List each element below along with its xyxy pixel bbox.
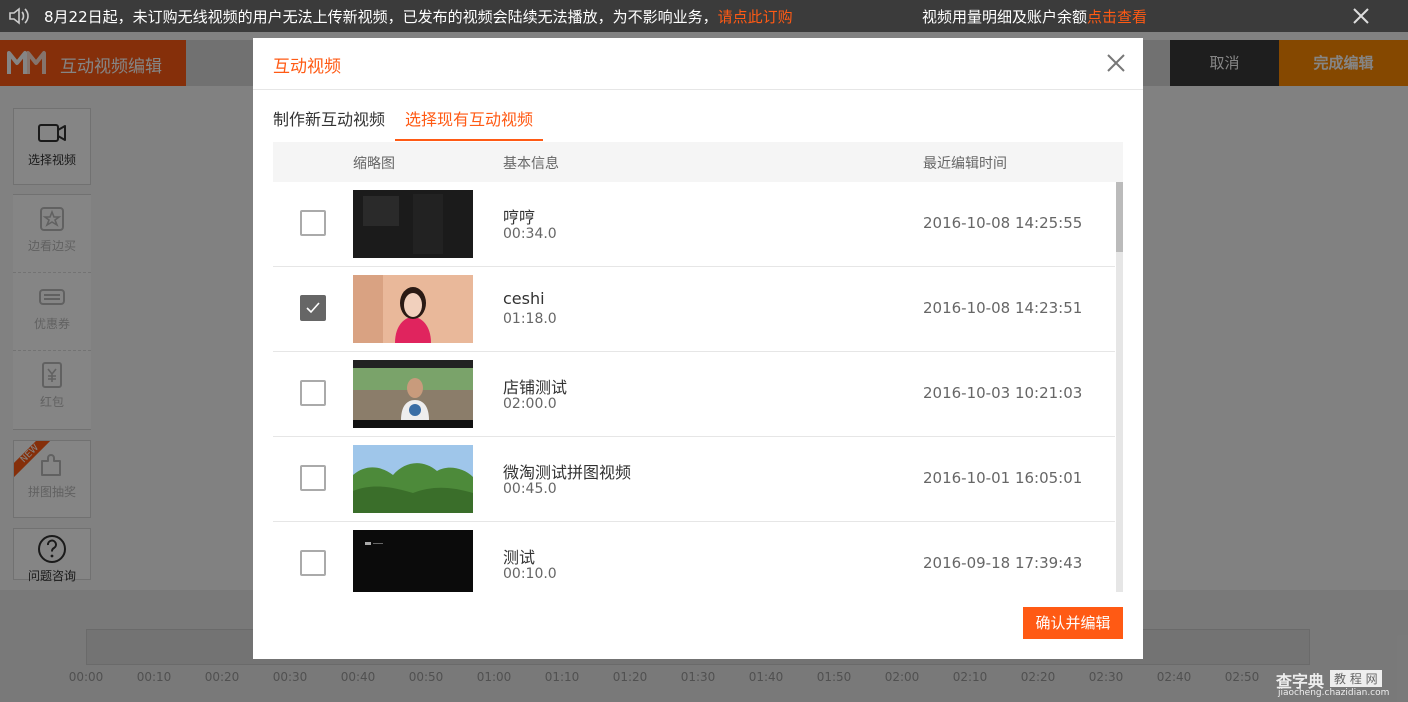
video-duration: 00:45.0 bbox=[503, 481, 557, 497]
site-watermark: 查字典 教 程 网 jiaocheng.chazidian.com bbox=[1276, 668, 1402, 700]
video-name: 店铺测试 bbox=[503, 378, 568, 397]
view-usage-link[interactable]: 点击查看 bbox=[1087, 8, 1147, 26]
video-name: 测试 bbox=[503, 548, 536, 567]
video-row[interactable]: 店铺测试 02:00.0 2016-10-03 10:21:03 bbox=[273, 352, 1115, 437]
close-notice-icon[interactable] bbox=[1350, 5, 1372, 27]
video-thumbnail bbox=[353, 190, 473, 258]
watermark-section: 教 程 网 bbox=[1330, 670, 1382, 687]
video-row[interactable]: 微淘测试拼图视频 00:45.0 2016-10-01 16:05:01 bbox=[273, 437, 1115, 522]
select-checkbox[interactable] bbox=[300, 465, 326, 491]
video-edit-time: 2016-09-18 17:39:43 bbox=[923, 554, 1083, 572]
video-thumbnail bbox=[353, 445, 473, 513]
close-icon[interactable] bbox=[1105, 52, 1127, 74]
usage-info: 视频用量明细及账户余额点击查看 bbox=[922, 6, 1147, 27]
video-name: ceshi bbox=[503, 289, 545, 308]
column-info: 基本信息 bbox=[503, 156, 559, 172]
active-tab-indicator bbox=[395, 139, 543, 141]
select-checkbox[interactable] bbox=[300, 380, 326, 406]
video-edit-time: 2016-10-08 14:25:55 bbox=[923, 214, 1083, 232]
interactive-video-modal: 互动视频 制作新互动视频 选择现有互动视频 缩略图 基本信息 最近编辑时间 哼哼… bbox=[253, 38, 1143, 659]
video-edit-time: 2016-10-03 10:21:03 bbox=[923, 384, 1083, 402]
watermark-url: jiaocheng.chazidian.com bbox=[1278, 688, 1390, 698]
video-duration: 02:00.0 bbox=[503, 396, 557, 412]
video-row[interactable]: 测试 00:10.0 2016-09-18 17:39:43 bbox=[273, 522, 1115, 592]
video-edit-time: 2016-10-01 16:05:01 bbox=[923, 469, 1083, 487]
video-edit-time: 2016-10-08 14:23:51 bbox=[923, 299, 1083, 317]
video-duration: 00:10.0 bbox=[503, 566, 557, 582]
video-list: 哼哼 00:34.0 2016-10-08 14:25:55 ceshi 01:18.0… bbox=[273, 182, 1123, 592]
notice-bar: 8月22日起，未订购无线视频的用户无法上传新视频，已发布的视频会陆续无法播放，为… bbox=[0, 0, 1408, 32]
modal-title: 互动视频 bbox=[273, 57, 341, 77]
video-thumbnail bbox=[353, 275, 473, 343]
select-checkbox[interactable] bbox=[300, 550, 326, 576]
column-thumbnail: 缩略图 bbox=[353, 156, 395, 172]
notice-text: 8月22日起，未订购无线视频的用户无法上传新视频，已发布的视频会陆续无法播放，为… bbox=[44, 8, 718, 26]
video-thumbnail bbox=[353, 360, 473, 428]
video-duration: 00:34.0 bbox=[503, 226, 557, 242]
select-checkbox[interactable] bbox=[300, 295, 326, 321]
check-icon bbox=[306, 302, 320, 314]
scrollbar-thumb[interactable] bbox=[1116, 182, 1123, 252]
video-row[interactable]: ceshi 01:18.0 2016-10-08 14:23:51 bbox=[273, 267, 1115, 352]
video-name: 哼哼 bbox=[503, 208, 536, 227]
video-duration: 01:18.0 bbox=[503, 311, 557, 327]
divider bbox=[253, 89, 1143, 90]
column-edit-time: 最近编辑时间 bbox=[923, 156, 1007, 172]
speaker-icon bbox=[9, 7, 29, 25]
tab-create-new[interactable]: 制作新互动视频 bbox=[273, 106, 385, 130]
subscribe-link[interactable]: 请点此订购 bbox=[718, 8, 793, 26]
tab-select-existing[interactable]: 选择现有互动视频 bbox=[405, 106, 533, 130]
notice-message: 8月22日起，未订购无线视频的用户无法上传新视频，已发布的视频会陆续无法播放，为… bbox=[44, 6, 793, 27]
confirm-edit-button[interactable]: 确认并编辑 bbox=[1023, 607, 1123, 639]
video-thumbnail bbox=[353, 530, 473, 592]
video-row[interactable]: 哼哼 00:34.0 2016-10-08 14:25:55 bbox=[273, 182, 1115, 267]
video-name: 微淘测试拼图视频 bbox=[503, 463, 632, 482]
usage-text: 视频用量明细及账户余额 bbox=[922, 8, 1088, 26]
select-checkbox[interactable] bbox=[300, 210, 326, 236]
table-header: 缩略图 基本信息 最近编辑时间 bbox=[273, 142, 1123, 182]
